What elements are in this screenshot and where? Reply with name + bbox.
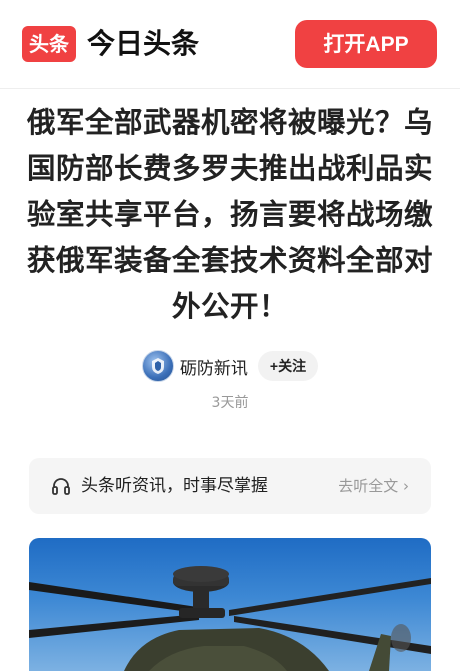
listen-text: 头条听资讯，时事尽掌握: [81, 476, 268, 496]
publish-time: 3天前: [211, 395, 249, 411]
rotor-blade-right: [229, 578, 431, 616]
tail-rotor: [391, 624, 411, 652]
article-title: 俄军全部武器机密将被曝光？乌国防部长费多罗夫推出战利品实验室共享平台，扬言要将战…: [26, 106, 433, 323]
radar-dome-top: [173, 566, 229, 582]
author-avatar[interactable]: [141, 350, 174, 382]
helicopter-image: [29, 566, 431, 671]
header-divider: [0, 88, 460, 89]
headphone-icon: [52, 478, 70, 495]
author-name[interactable]: 砺防新讯: [180, 354, 248, 379]
app-name: 今日头条: [87, 27, 200, 60]
article-image[interactable]: [29, 538, 431, 671]
listen-full-link[interactable]: 去听全文 ›: [338, 475, 409, 497]
rotor-hub: [179, 608, 225, 618]
avatar-emblem-icon: [151, 358, 164, 374]
toutiao-logo[interactable]: 头条: [22, 26, 76, 62]
open-app-button[interactable]: 打开APP: [295, 20, 437, 68]
author-row: 砺防新讯 +关注: [0, 348, 460, 384]
follow-button[interactable]: +关注: [257, 351, 319, 381]
listen-bar[interactable]: 头条听资讯，时事尽掌握 去听全文 ›: [29, 458, 431, 514]
top-header: 头条 今日头条 打开APP: [0, 0, 460, 88]
